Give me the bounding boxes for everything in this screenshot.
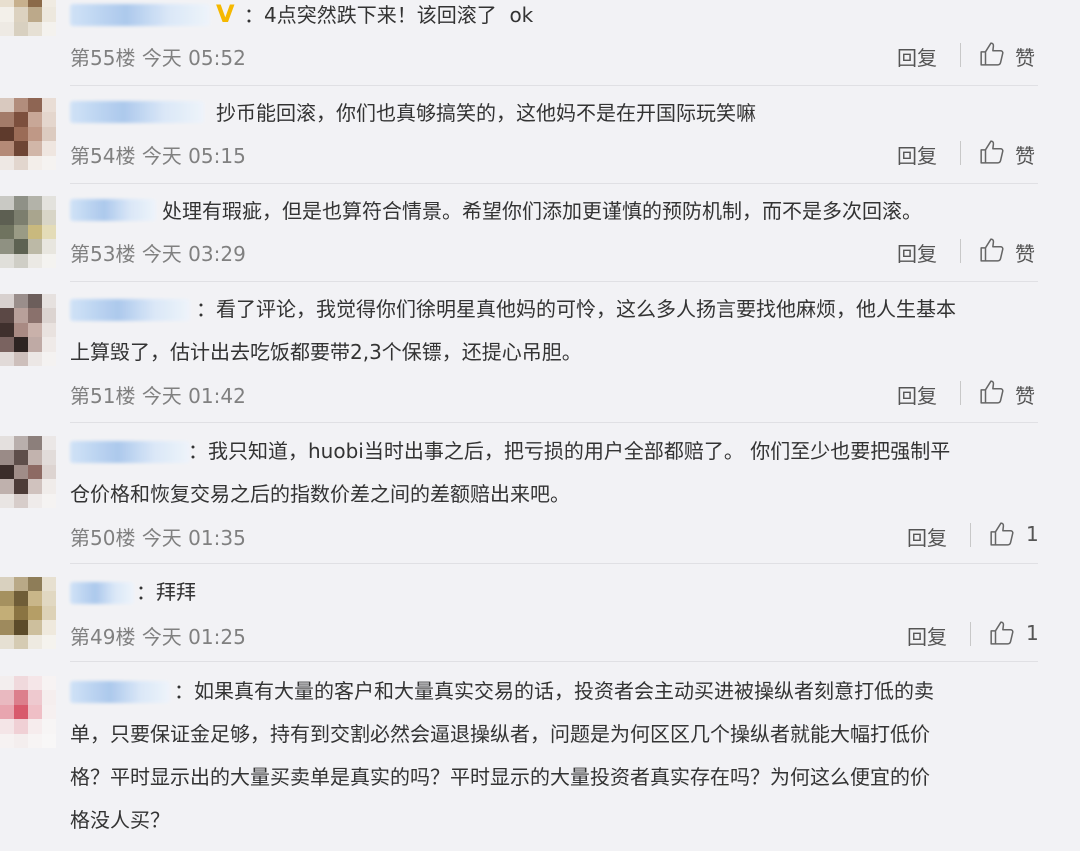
comment-item: 抄币能回滚，你们也真够搞笑的，这他妈不是在开国际玩笑嘛 第54楼 今天 05:1…	[0, 98, 1040, 196]
comment-item: ：如果真有大量的客户和大量真实交易的话，投资者会主动买进被操纵者刻意打低的卖 单…	[0, 676, 1040, 851]
divider-bar	[960, 141, 961, 165]
divider-bar	[970, 622, 971, 646]
comment-text: ：我只知道，huobi当时出事之后，把亏损的用户全部都赔了。 你们至少也要把强制…	[70, 439, 951, 506]
comment-divider	[70, 661, 1038, 662]
reply-button[interactable]: 回复	[897, 238, 937, 267]
username-redacted[interactable]	[70, 101, 204, 123]
comment-divider	[70, 422, 1038, 423]
comment-time: 今天 03:29	[141, 242, 246, 266]
username-redacted[interactable]	[70, 199, 156, 221]
like-count[interactable]: 赞	[1015, 238, 1035, 267]
comment-meta: 第49楼 今天 01:25	[70, 621, 246, 650]
verified-v-icon: V	[216, 0, 235, 28]
comment-text: ：看了评论，我觉得你们徐明星真他妈的可怜，这么多人扬言要找他麻烦，他人生基本 上…	[70, 297, 956, 364]
thumbs-up-icon[interactable]	[979, 139, 1005, 165]
like-count[interactable]: 赞	[1015, 140, 1035, 169]
username-redacted[interactable]	[70, 4, 210, 26]
divider-bar	[960, 381, 961, 405]
comment-text: ：4点突然跌下来！该回滚了 ok	[244, 3, 534, 27]
reply-button[interactable]: 回复	[897, 42, 937, 71]
avatar[interactable]	[0, 0, 56, 36]
comment-text: ：如果真有大量的客户和大量真实交易的话，投资者会主动买进被操纵者刻意打低的卖 单…	[70, 679, 934, 832]
reply-button[interactable]: 回复	[907, 621, 947, 650]
comment-divider	[70, 281, 1038, 282]
comment-text: 处理有瑕疵，但是也算符合情景。希望你们添加更谨慎的预防机制，而不是多次回滚。	[162, 199, 922, 223]
comment-divider	[70, 563, 1038, 564]
floor-number: 第49楼	[70, 625, 136, 649]
comment-meta: 第54楼 今天 05:15	[70, 140, 246, 169]
avatar[interactable]	[0, 294, 56, 366]
avatar[interactable]	[0, 676, 56, 748]
comment-item: ：看了评论，我觉得你们徐明星真他妈的可怜，这么多人扬言要找他麻烦，他人生基本 上…	[0, 294, 1040, 434]
comment-item: 处理有瑕疵，但是也算符合情景。希望你们添加更谨慎的预防机制，而不是多次回滚。 第…	[0, 196, 1040, 294]
thumbs-up-icon[interactable]	[989, 521, 1015, 547]
comment-divider	[70, 183, 1038, 184]
like-count[interactable]: 1	[1026, 522, 1039, 546]
floor-number: 第50楼	[70, 526, 136, 550]
comment-thread: V ：4点突然跌下来！该回滚了 ok 第55楼 今天 05:52 回复 赞 抄币…	[0, 0, 1080, 851]
comment-time: 今天 01:42	[141, 384, 246, 408]
comment-time: 今天 01:35	[141, 526, 246, 550]
avatar[interactable]	[0, 436, 56, 508]
comment-meta: 第50楼 今天 01:35	[70, 522, 246, 551]
divider-bar	[970, 523, 971, 547]
comment-time: 今天 05:52	[141, 46, 246, 70]
thumbs-up-icon[interactable]	[979, 237, 1005, 263]
comment-time: 今天 05:15	[141, 144, 246, 168]
thumbs-up-icon[interactable]	[989, 620, 1015, 646]
comment-item: ：我只知道，huobi当时出事之后，把亏损的用户全部都赔了。 你们至少也要把强制…	[0, 436, 1040, 564]
like-count[interactable]: 赞	[1015, 42, 1035, 71]
comment-meta: 第51楼 今天 01:42	[70, 380, 246, 409]
comment-meta: 第55楼 今天 05:52	[70, 42, 246, 71]
username-redacted[interactable]	[70, 582, 134, 604]
comment-text: ：拜拜	[136, 580, 196, 604]
divider-bar	[960, 43, 961, 67]
reply-button[interactable]: 回复	[907, 522, 947, 551]
floor-number: 第55楼	[70, 46, 136, 70]
avatar[interactable]	[0, 98, 56, 170]
floor-number: 第53楼	[70, 242, 136, 266]
comment-text: 抄币能回滚，你们也真够搞笑的，这他妈不是在开国际玩笑嘛	[216, 101, 756, 125]
floor-number: 第51楼	[70, 384, 136, 408]
like-count[interactable]: 1	[1026, 621, 1039, 645]
reply-button[interactable]: 回复	[897, 140, 937, 169]
thumbs-up-icon[interactable]	[979, 41, 1005, 67]
avatar[interactable]	[0, 196, 56, 268]
floor-number: 第54楼	[70, 144, 136, 168]
like-count[interactable]: 赞	[1015, 380, 1035, 409]
divider-bar	[960, 239, 961, 263]
comment-meta: 第53楼 今天 03:29	[70, 238, 246, 267]
comment-time: 今天 01:25	[141, 625, 246, 649]
thumbs-up-icon[interactable]	[979, 379, 1005, 405]
comment-divider	[70, 85, 1038, 86]
reply-button[interactable]: 回复	[897, 380, 937, 409]
comment-item: V ：4点突然跌下来！该回滚了 ok 第55楼 今天 05:52 回复 赞	[0, 0, 1040, 98]
avatar[interactable]	[0, 577, 56, 649]
